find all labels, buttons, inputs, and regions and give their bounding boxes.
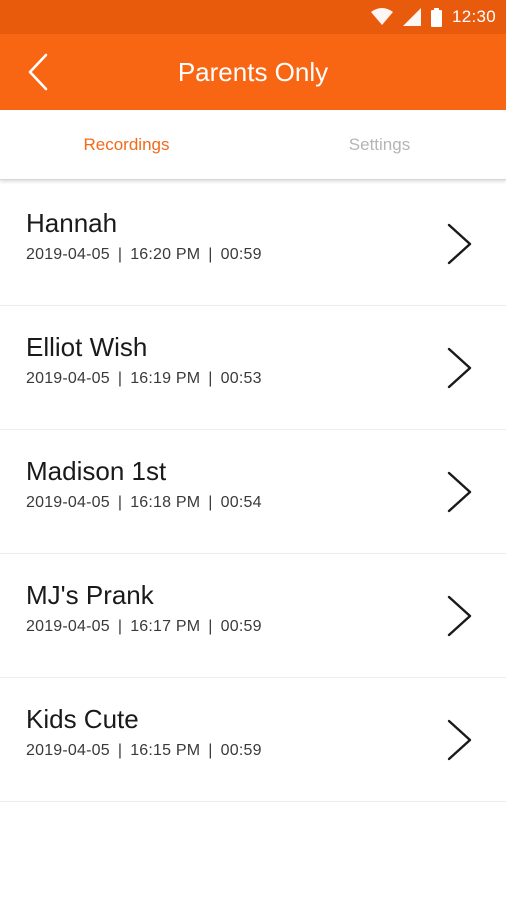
recording-meta: 2019-04-05 | 16:18 PM | 00:54 bbox=[26, 494, 262, 512]
chevron-left-icon bbox=[28, 53, 48, 91]
recording-name: Hannah bbox=[26, 208, 118, 238]
back-button[interactable] bbox=[22, 53, 54, 91]
recording-time: 16:18 PM bbox=[130, 494, 201, 511]
page-title: Parents Only bbox=[177, 56, 329, 87]
meta-separator: | bbox=[208, 742, 213, 759]
recording-date: 2019-04-05 bbox=[26, 494, 110, 511]
meta-separator: | bbox=[117, 494, 123, 511]
recording-name: Madison 1st bbox=[26, 456, 167, 486]
recording-row[interactable]: Kids Cute 2019-04-05 | 16:15 PM | 00:59 bbox=[0, 678, 506, 802]
recording-row[interactable]: Elliot Wish 2019-04-05 | 16:19 PM | 00:53 bbox=[0, 306, 506, 430]
chevron-right-icon bbox=[447, 595, 472, 637]
recording-row[interactable]: MJ's Prank 2019-04-05 | 16:17 PM | 00:59 bbox=[0, 554, 506, 678]
recordings-list: Hannah 2019-04-05 | 16:20 PM | 00:59 Elliot Wi… bbox=[0, 182, 506, 802]
recording-name: Kids Cute bbox=[26, 704, 139, 734]
recording-duration: 00:59 bbox=[220, 618, 262, 635]
meta-separator: | bbox=[208, 618, 213, 635]
recording-row[interactable]: Hannah 2019-04-05 | 16:20 PM | 00:59 bbox=[0, 182, 506, 306]
tab-bar: Recordings Settings bbox=[0, 110, 506, 180]
recording-name: Elliot Wish bbox=[26, 332, 148, 362]
recording-time: 16:17 PM bbox=[130, 618, 201, 635]
meta-separator: | bbox=[117, 370, 123, 387]
signal-icon bbox=[402, 8, 421, 26]
meta-separator: | bbox=[208, 494, 213, 511]
chevron-right-icon bbox=[447, 471, 472, 513]
recording-meta: 2019-04-05 | 16:17 PM | 00:59 bbox=[26, 618, 262, 636]
meta-separator: | bbox=[208, 246, 213, 263]
recording-meta: 2019-04-05 | 16:20 PM | 00:59 bbox=[26, 246, 262, 264]
wifi-icon bbox=[370, 8, 393, 26]
recording-time: 16:19 PM bbox=[130, 370, 201, 387]
recording-duration: 00:59 bbox=[220, 742, 262, 759]
recording-time: 16:15 PM bbox=[130, 742, 201, 759]
recording-date: 2019-04-05 bbox=[26, 742, 110, 759]
chevron-right-icon bbox=[447, 347, 472, 389]
recording-time: 16:20 PM bbox=[130, 246, 201, 263]
status-time: 12:30 bbox=[451, 7, 496, 26]
tab-recordings[interactable]: Recordings bbox=[0, 110, 253, 179]
app-bar: Parents Only bbox=[0, 34, 506, 110]
meta-separator: | bbox=[117, 246, 123, 263]
recording-name: MJ's Prank bbox=[26, 580, 154, 610]
recording-duration: 00:53 bbox=[220, 370, 262, 387]
recording-duration: 00:54 bbox=[220, 494, 262, 511]
chevron-right-icon bbox=[447, 223, 472, 265]
tab-settings[interactable]: Settings bbox=[253, 110, 506, 179]
status-bar: 12:30 bbox=[0, 0, 506, 34]
recording-meta: 2019-04-05 | 16:15 PM | 00:59 bbox=[26, 742, 262, 760]
meta-separator: | bbox=[117, 742, 123, 759]
recording-duration: 00:59 bbox=[220, 246, 262, 263]
battery-icon bbox=[430, 7, 442, 27]
recording-date: 2019-04-05 bbox=[26, 246, 110, 263]
recording-meta: 2019-04-05 | 16:19 PM | 00:53 bbox=[26, 370, 262, 388]
meta-separator: | bbox=[117, 618, 123, 635]
recording-row[interactable]: Madison 1st 2019-04-05 | 16:18 PM | 00:54 bbox=[0, 430, 506, 554]
meta-separator: | bbox=[208, 370, 213, 387]
recording-date: 2019-04-05 bbox=[26, 370, 110, 387]
chevron-right-icon bbox=[447, 719, 472, 761]
recording-date: 2019-04-05 bbox=[26, 618, 110, 635]
